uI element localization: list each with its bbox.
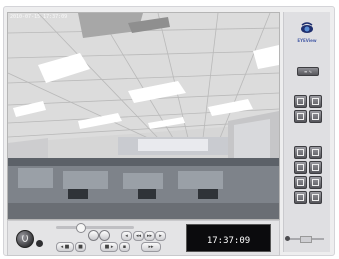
prev-icon[interactable]: ◂: [121, 231, 132, 241]
play-icon[interactable]: [99, 230, 110, 241]
forward-icon[interactable]: ▸▸: [144, 231, 155, 241]
stop-icon[interactable]: ■: [75, 242, 86, 252]
key-icon[interactable]: [294, 161, 307, 174]
person-icon[interactable]: [309, 176, 322, 189]
live-video-view[interactable]: 2010-07-15 17:37:09: [7, 12, 280, 220]
view-single-icon[interactable]: [294, 95, 307, 108]
view-menu-button[interactable]: ≡ ∿: [297, 67, 319, 76]
rewind-icon[interactable]: ◂◂: [133, 231, 144, 241]
video-timestamp-overlay: 2010-07-15 17:37:09: [10, 14, 68, 20]
zoom-in-icon[interactable]: [294, 110, 307, 123]
panel-slider[interactable]: [285, 236, 324, 243]
power-icon[interactable]: [16, 230, 34, 248]
list-icon[interactable]: [294, 191, 307, 204]
logo-text: EYEView: [297, 38, 317, 43]
camera-image: [8, 13, 279, 219]
pen-icon[interactable]: [294, 146, 307, 159]
step-back-icon[interactable]: ◂ ■: [56, 242, 74, 252]
speed-icon[interactable]: ▸▸: [141, 242, 161, 252]
next-icon[interactable]: ▸: [155, 231, 166, 241]
view-quad-icon[interactable]: [309, 95, 322, 108]
eye-logo-icon: [301, 22, 313, 33]
playback-control-bar: ◂ ◂◂ ▸▸ ▸ ◂ ■ ■ ■ ▸ ▪ ▸▸ 17:37:09: [7, 220, 280, 256]
frame-icon[interactable]: ▪: [119, 242, 130, 252]
volume-slider[interactable]: [56, 223, 134, 233]
search-icon[interactable]: [309, 146, 322, 159]
volume-slider-knob[interactable]: [76, 223, 86, 233]
grid-icon[interactable]: [309, 161, 322, 174]
zoom-out-icon[interactable]: [309, 110, 322, 123]
record-dot-icon[interactable]: [36, 240, 43, 247]
pause-icon[interactable]: [88, 230, 99, 241]
step-forward-icon[interactable]: ■ ▸: [100, 242, 118, 252]
clock-display: 17:37:09: [186, 224, 271, 252]
tool-panel: EYEView ≡ ∿: [283, 12, 330, 252]
settings-icon[interactable]: [309, 191, 322, 204]
rotate-icon[interactable]: [294, 176, 307, 189]
